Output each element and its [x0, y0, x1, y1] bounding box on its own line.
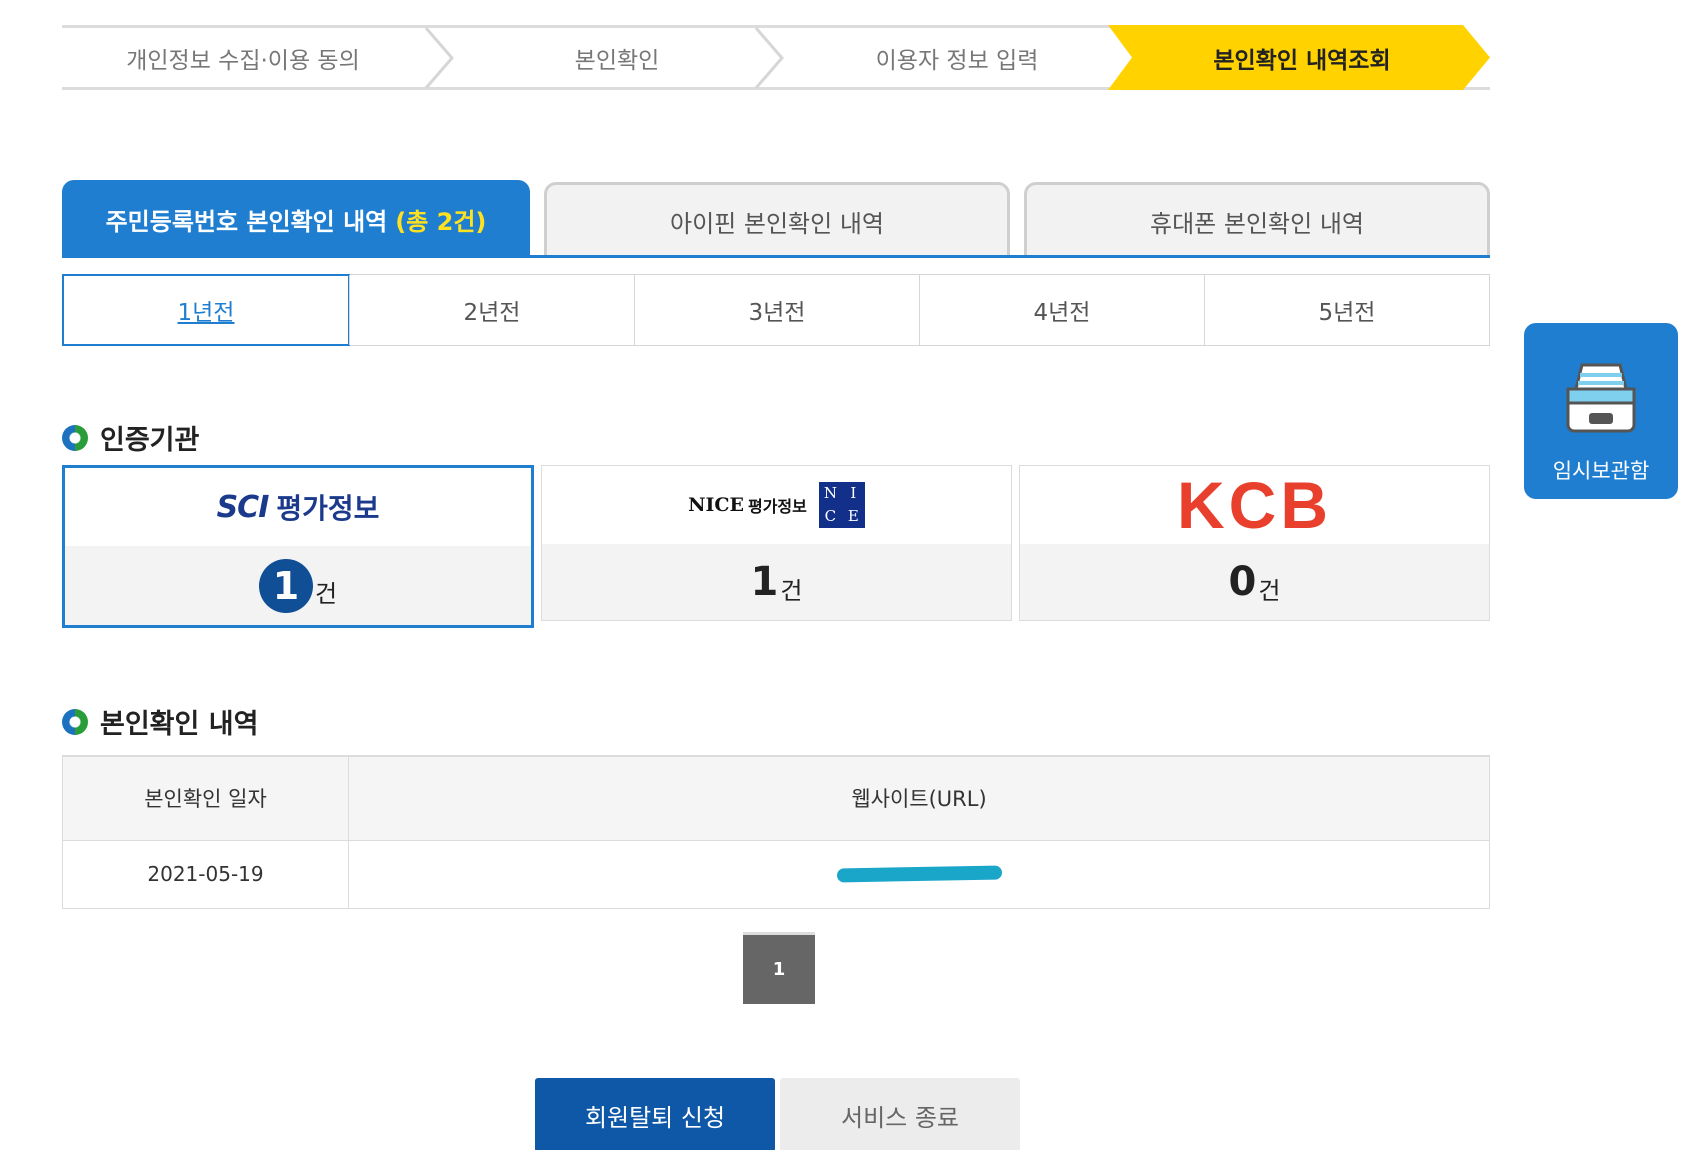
- agency-cards: SCI 평가정보 1 건 NICE 평가정보 N I C E 1 건 KCB 0…: [62, 465, 1490, 628]
- sci-count: 1: [258, 558, 313, 613]
- kcb-count: 0: [1228, 559, 1257, 605]
- row-url: [348, 840, 1490, 909]
- agencies-title-text: 인증기관: [100, 425, 200, 456]
- step-verification: 본인확인: [574, 47, 660, 74]
- row-date: 2021-05-19: [62, 840, 349, 909]
- kcb-logo-text: KCB: [1177, 468, 1332, 542]
- table-row: 2021-05-19: [62, 840, 1490, 909]
- year-option-5[interactable]: 5년전: [1204, 275, 1489, 345]
- sci-count-box: 1 건: [65, 546, 531, 625]
- nice-count-box: 1 건: [542, 544, 1011, 620]
- nice-count-unit: 건: [780, 576, 803, 605]
- col-url-header: 웹사이트(URL): [348, 756, 1490, 841]
- redacted-url-mark: [836, 865, 1002, 883]
- agency-card-sci[interactable]: SCI 평가정보 1 건: [62, 465, 534, 628]
- tab-resident-count: (총 2건): [395, 207, 487, 236]
- nice-logo-mark: N I C E: [818, 482, 865, 528]
- agency-card-nice[interactable]: NICE 평가정보 N I C E 1 건: [541, 465, 1012, 621]
- verification-type-tabs: 주민등록번호 본인확인 내역 (총 2건) 아이핀 본인확인 내역 휴대폰 본인…: [62, 180, 1490, 260]
- nice-mark-letter: N: [823, 484, 837, 502]
- step-progress-bar: 개인정보 수집·이용 동의 본인확인 이용자 정보 입력 본인확인 내역조회: [62, 25, 1490, 90]
- tab-mobile[interactable]: 휴대폰 본인확인 내역: [1024, 182, 1490, 258]
- year-option-1[interactable]: 1년전: [62, 274, 350, 346]
- history-section-title: 본인확인 내역: [62, 702, 258, 741]
- kcb-count-box: 0 건: [1020, 544, 1489, 620]
- nice-logo-text: NICE: [688, 494, 744, 516]
- nice-count: 1: [750, 559, 779, 605]
- sci-logo-text: SCI: [216, 489, 270, 525]
- year-option-3[interactable]: 3년전: [634, 275, 919, 345]
- step-chevron-icon: [424, 28, 454, 88]
- year-filter: 1년전 2년전 3년전 4년전 5년전: [62, 274, 1490, 346]
- tab-ipin[interactable]: 아이핀 본인확인 내역: [544, 182, 1010, 258]
- agencies-section-title: 인증기관: [62, 418, 199, 457]
- history-title-text: 본인확인 내역: [100, 709, 259, 740]
- sci-logo-subtext: 평가정보: [276, 492, 380, 525]
- step-history-label: 본인확인 내역조회: [1213, 47, 1391, 74]
- kcb-count-unit: 건: [1258, 576, 1281, 605]
- step-consent: 개인정보 수집·이용 동의: [126, 47, 360, 74]
- section-bullet-icon: [62, 424, 88, 451]
- nice-logo: NICE 평가정보 N I C E: [542, 466, 1011, 544]
- withdraw-button[interactable]: 회원탈퇴 신청: [535, 1078, 775, 1150]
- tab-ipin-label: 아이핀 본인확인 내역: [670, 210, 884, 238]
- tab-resident-label: 주민등록번호 본인확인 내역: [105, 207, 388, 236]
- history-table: 본인확인 일자 웹사이트(URL) 2021-05-19: [62, 755, 1490, 909]
- nice-logo-subtext: 평가정보: [747, 497, 807, 516]
- section-bullet-icon: [62, 708, 88, 735]
- sci-logo: SCI 평가정보: [65, 468, 531, 546]
- temp-storage-button[interactable]: 임시보관함: [1524, 323, 1678, 499]
- tab-resident-number[interactable]: 주민등록번호 본인확인 내역 (총 2건): [62, 180, 530, 258]
- year-option-4[interactable]: 4년전: [919, 275, 1204, 345]
- agency-card-kcb[interactable]: KCB 0 건: [1019, 465, 1490, 621]
- page-button-1[interactable]: 1: [743, 932, 815, 1004]
- nice-mark-letter: I: [850, 484, 857, 502]
- kcb-logo: KCB: [1020, 466, 1489, 544]
- step-user-info: 이용자 정보 입력: [875, 47, 1039, 74]
- step-chevron-icon: [754, 28, 784, 88]
- step-history-active: 본인확인 내역조회: [1108, 25, 1490, 90]
- table-header-row: 본인확인 일자 웹사이트(URL): [62, 756, 1490, 841]
- nice-mark-letter: E: [847, 507, 859, 525]
- tab-mobile-label: 휴대폰 본인확인 내역: [1150, 210, 1364, 238]
- end-service-button[interactable]: 서비스 종료: [780, 1078, 1020, 1150]
- nice-mark-letter: C: [824, 507, 837, 525]
- col-date-header: 본인확인 일자: [62, 756, 349, 841]
- temp-storage-label: 임시보관함: [1552, 459, 1650, 483]
- year-option-2[interactable]: 2년전: [349, 275, 634, 345]
- sci-count-unit: 건: [314, 580, 338, 608]
- tab-underline: [62, 255, 1490, 258]
- file-drawer-icon: [1566, 363, 1636, 433]
